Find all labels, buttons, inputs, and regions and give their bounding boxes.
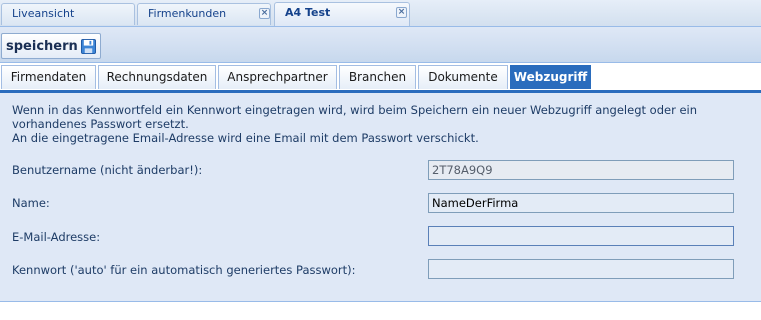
- info-line-2: An die eingetragene Email-Adresse wird e…: [12, 131, 479, 145]
- tab-dokumente[interactable]: Dokumente: [418, 65, 508, 89]
- tab-webzugriff[interactable]: Webzugriff: [510, 65, 591, 89]
- doc-tab-label: Liveansicht: [12, 7, 75, 20]
- tab-label: Branchen: [348, 70, 407, 84]
- tab-ansprechpartner[interactable]: Ansprechpartner: [218, 65, 337, 89]
- tab-label: Rechnungsdaten: [106, 70, 208, 84]
- name-label: Name:: [12, 196, 50, 210]
- tab-firmendaten[interactable]: Firmendaten: [1, 65, 96, 89]
- doc-tab-a4-test[interactable]: A4 Test ×: [274, 2, 410, 26]
- close-icon[interactable]: ×: [396, 7, 407, 18]
- doc-tab-liveansicht[interactable]: Liveansicht: [1, 3, 135, 25]
- floppy-disk-icon: [80, 38, 96, 54]
- name-field[interactable]: [428, 193, 734, 213]
- tab-label: Ansprechpartner: [227, 70, 328, 84]
- toolbar: speichern: [0, 27, 761, 63]
- username-field[interactable]: [428, 160, 734, 180]
- close-icon[interactable]: ×: [259, 8, 270, 19]
- email-field[interactable]: [428, 226, 734, 246]
- section-tab-bar: Firmendaten Rechnungsdaten Ansprechpartn…: [0, 63, 761, 93]
- tab-branchen[interactable]: Branchen: [339, 65, 416, 89]
- doc-tab-firmenkunden[interactable]: Firmenkunden ×: [137, 3, 271, 25]
- email-label: E-Mail-Adresse:: [12, 230, 101, 244]
- password-label: Kennwort ('auto' für ein automatisch gen…: [12, 263, 356, 277]
- tab-label: Webzugriff: [513, 70, 588, 84]
- save-button-label: speichern: [6, 38, 78, 54]
- info-text: Wenn in das Kennwortfeld ein Kennwort ei…: [12, 103, 747, 145]
- doc-tab-label: A4 Test: [285, 6, 331, 19]
- tab-rechnungsdaten[interactable]: Rechnungsdaten: [98, 65, 216, 89]
- document-tab-bar: Liveansicht Firmenkunden × A4 Test ×: [0, 0, 761, 27]
- username-label: Benutzername (nicht änderbar!):: [12, 163, 203, 177]
- tab-label: Dokumente: [428, 70, 498, 84]
- save-button[interactable]: speichern: [1, 33, 101, 59]
- doc-tab-label: Firmenkunden: [148, 7, 227, 20]
- webzugriff-form-panel: Wenn in das Kennwortfeld ein Kennwort ei…: [0, 93, 761, 302]
- info-line-1: Wenn in das Kennwortfeld ein Kennwort ei…: [12, 103, 698, 131]
- password-field[interactable]: [428, 259, 734, 279]
- tab-label: Firmendaten: [10, 70, 87, 84]
